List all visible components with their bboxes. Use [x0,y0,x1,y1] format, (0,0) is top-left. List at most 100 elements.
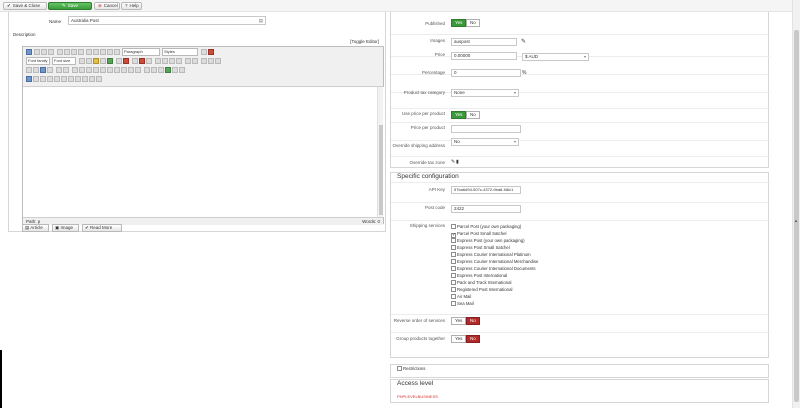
background-color-icon[interactable] [123,58,129,64]
paste-word-icon[interactable] [107,58,113,64]
service-checkbox[interactable]: Registered Post International [451,286,512,293]
acronym-icon[interactable] [75,76,81,82]
align-right-icon[interactable] [100,49,106,55]
delete-row-icon[interactable] [107,67,113,73]
price-input[interactable]: 0.00000 [451,52,517,60]
spellcheck-icon[interactable] [165,67,171,73]
toggle-editor-link[interactable]: [Toggle Editor] [350,39,379,44]
subscript-icon[interactable] [185,58,191,64]
service-checkbox[interactable]: Express Courier International Documents [451,265,536,272]
bullet-list-icon[interactable] [155,58,161,64]
delete-tax-zone-icon[interactable]: ▮ [456,159,459,165]
anchor-icon[interactable] [146,58,152,64]
help-icon[interactable] [26,49,32,55]
name-input[interactable]: Australia Post ▤ [68,16,266,25]
cite-icon[interactable] [61,76,67,82]
service-checkbox[interactable]: Parcel Post (your own packaging) [451,223,521,230]
override-shipping-select[interactable]: No ▾ [451,138,519,146]
save-close-button[interactable]: ✔ Save & Close [3,2,47,10]
translate-icon[interactable]: ▤ [259,17,263,24]
service-checkbox[interactable]: Air Mail [451,293,471,300]
cut-icon[interactable] [79,58,85,64]
font-size-select[interactable]: Font size [52,57,76,65]
deletion-icon[interactable] [82,76,88,82]
images-input[interactable]: auspost [451,38,517,46]
group-products-yes[interactable]: Yes [451,335,467,343]
absolute-position-icon[interactable] [47,76,53,82]
read-more-button[interactable]: ✔ Read More [82,224,122,232]
merge-cells-icon[interactable] [135,67,141,73]
insert-column-icon[interactable] [114,67,120,73]
fullscreen-icon[interactable] [47,67,53,73]
link-icon[interactable] [132,58,138,64]
undo-icon[interactable] [41,49,47,55]
insert-image-icon[interactable] [56,67,62,73]
indent-icon[interactable] [176,58,182,64]
strikethrough-icon[interactable] [78,49,84,55]
style-props-icon[interactable] [54,76,60,82]
visual-aid-icon[interactable] [33,67,39,73]
service-checkbox[interactable]: Sea Mail [451,300,474,307]
page-scroll-thumb[interactable] [794,30,799,402]
edit-tax-zone-icon[interactable]: ✎ [451,159,455,165]
price-per-product-input[interactable] [451,125,521,133]
reverse-order-no[interactable]: No [466,317,480,325]
service-checkbox[interactable]: Express Post International [451,272,507,279]
service-checkbox[interactable]: ✓Parcel Post Small Satchel [451,230,506,238]
print-icon[interactable] [144,67,150,73]
published-no[interactable]: No [466,19,480,27]
insert-media-icon[interactable] [63,67,69,73]
service-checkbox[interactable]: Pack and Track International [451,279,511,286]
preview-icon[interactable] [158,67,164,73]
editor-content-area[interactable] [23,87,385,217]
underline-icon[interactable] [71,49,77,55]
text-color-icon[interactable] [116,58,122,64]
help-button[interactable]: ? Help [121,2,142,10]
service-checkbox[interactable]: Express Courier International Platinum [451,251,531,258]
group-products-no[interactable]: No [466,335,480,343]
font-family-select[interactable]: Font family [26,57,50,65]
align-justify-icon[interactable] [107,49,113,55]
italic-icon[interactable] [64,49,70,55]
move-forward-icon[interactable] [33,76,39,82]
published-yes[interactable]: Yes [451,19,467,27]
styles-select[interactable]: Styles [162,48,198,56]
styles-icon[interactable] [114,49,120,55]
use-price-no[interactable]: No [466,111,480,119]
unlink-icon[interactable] [139,58,145,64]
insertion-icon[interactable] [89,76,95,82]
restrictions-toggle[interactable]: Restrictions [397,365,425,372]
service-checkbox[interactable]: Express Post (your own packaging) [451,237,525,244]
edit-images-icon[interactable]: ✎ [521,38,526,45]
page-scrollbar[interactable]: ▲ [792,0,800,408]
api-key-input[interactable]: 57ba6d94-507c-4372-9ba8-f46c1 [451,186,521,194]
clean-icon[interactable] [208,49,214,55]
delete-column-icon[interactable] [121,67,127,73]
attributes-icon[interactable] [96,76,102,82]
image-button[interactable]: ▣ Image [52,224,79,232]
service-checkbox[interactable]: Express Post Small Satchel [451,244,510,251]
new-document-icon[interactable] [34,49,40,55]
article-button[interactable]: ▤ Article [22,224,49,232]
tax-category-select[interactable]: None ▾ [451,89,519,97]
cancel-button[interactable]: ⊗ Cancel [94,2,120,10]
table-icon[interactable] [72,67,78,73]
superscript-icon[interactable] [192,58,198,64]
show-blocks-icon[interactable] [26,67,32,73]
find-icon[interactable] [201,49,207,55]
align-left-icon[interactable] [86,49,92,55]
redo-icon[interactable] [48,49,54,55]
numbered-list-icon[interactable] [162,58,168,64]
editor-scroll-thumb[interactable] [379,125,383,215]
reverse-order-yes[interactable]: Yes [451,317,467,325]
charmap-icon[interactable] [201,58,207,64]
source-code-icon[interactable] [40,67,46,73]
move-backward-icon[interactable] [40,76,46,82]
format-select[interactable]: Paragraph [122,48,160,56]
bold-icon[interactable] [57,49,63,55]
scroll-up-arrow-icon[interactable]: ▲ [794,218,798,223]
horizontal-rule-icon[interactable] [208,58,214,64]
row-properties-icon[interactable] [79,67,85,73]
remove-format-icon[interactable] [215,58,221,64]
save-button[interactable]: ✎ Save [48,2,92,10]
